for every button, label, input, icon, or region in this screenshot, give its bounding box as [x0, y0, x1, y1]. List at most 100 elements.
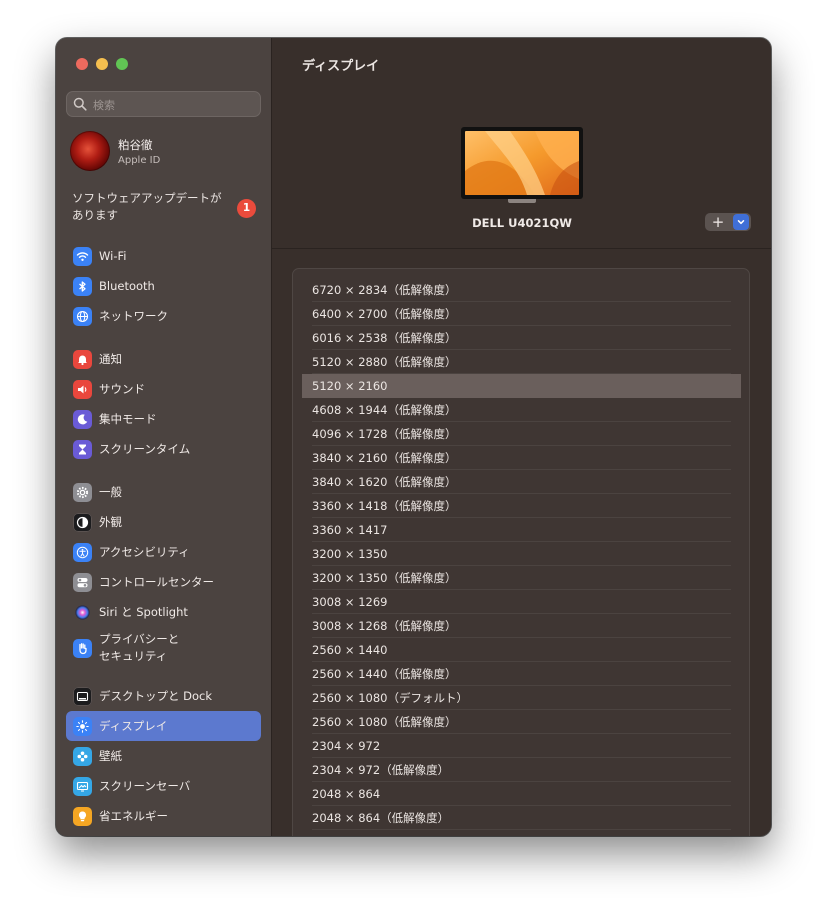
- add-display-menu-button[interactable]: [733, 214, 749, 230]
- resolution-option[interactable]: 5120 × 2880（低解像度）: [302, 350, 741, 374]
- sidebar-item-label: 通知: [99, 351, 122, 366]
- sidebar-item-hourglass[interactable]: スクリーンタイム: [66, 434, 261, 464]
- resolution-option[interactable]: 3840 × 2160（低解像度）: [302, 446, 741, 470]
- sidebar-item-appearance[interactable]: 外観: [66, 507, 261, 537]
- add-display-control[interactable]: +: [705, 213, 751, 231]
- speaker-icon: [73, 379, 92, 399]
- system-settings-window: 粕谷徹 Apple ID ソフトウェアアップデートがあります 1 Wi-Fi Bl…: [56, 38, 771, 836]
- sidebar-item-bulb[interactable]: 省エネルギー: [66, 801, 261, 831]
- resolution-option[interactable]: 2560 × 1080（デフォルト）: [302, 686, 741, 710]
- sidebar-item-wifi[interactable]: Wi-Fi: [66, 241, 261, 271]
- monitor-icon: [461, 127, 583, 199]
- account-name: 粕谷徹: [118, 137, 153, 152]
- sidebar-item-accessibility[interactable]: アクセシビリティ: [66, 537, 261, 567]
- resolution-option[interactable]: 2304 × 972（低解像度）: [302, 758, 741, 782]
- chevron-down-icon: [737, 220, 745, 225]
- sidebar-item-dock[interactable]: デスクトップと Dock: [66, 681, 261, 711]
- resolution-option[interactable]: 6720 × 2834（低解像度）: [302, 278, 741, 302]
- sidebar-item-label: アクセシビリティ: [99, 544, 190, 559]
- gear-icon: [73, 482, 92, 502]
- sidebar-item-screensaver[interactable]: スクリーンセーバ: [66, 771, 261, 801]
- sidebar-item-bell[interactable]: 通知: [66, 344, 261, 374]
- section-divider: [272, 248, 771, 249]
- globe-icon: [73, 306, 92, 326]
- sidebar-item-label: コントロールセンター: [99, 574, 214, 589]
- resolution-option[interactable]: 6400 × 2700（低解像度）: [302, 302, 741, 326]
- sidebar-item-label: デスクトップと Dock: [99, 688, 213, 703]
- resolution-option[interactable]: 3840 × 1620（低解像度）: [302, 470, 741, 494]
- moon-icon: [73, 409, 92, 429]
- resolution-option[interactable]: 3200 × 1350: [302, 542, 741, 566]
- sidebar-item-speaker[interactable]: サウンド: [66, 374, 261, 404]
- resolution-option[interactable]: 4608 × 1944（低解像度）: [302, 398, 741, 422]
- sidebar-item-label: ディスプレイ: [99, 718, 168, 733]
- resolution-option[interactable]: 3360 × 1417: [302, 518, 741, 542]
- sidebar-item-label: サウンド: [99, 381, 145, 396]
- search-field[interactable]: [66, 91, 261, 117]
- sidebar-item-toggles[interactable]: コントロールセンター: [66, 567, 261, 597]
- resolution-option[interactable]: 3008 × 1268（低解像度）: [302, 614, 741, 638]
- display-name: DELL U4021QW: [472, 216, 572, 230]
- search-icon: [73, 97, 87, 111]
- close-window-button[interactable]: [76, 58, 88, 70]
- siri-icon: [73, 603, 92, 622]
- minimize-window-button[interactable]: [96, 58, 108, 70]
- sidebar-item-label: ネットワーク: [99, 308, 168, 323]
- sidebar-item-label: Siri と Spotlight: [99, 604, 188, 619]
- resolution-option[interactable]: 3008 × 1269: [302, 590, 741, 614]
- resolution-option[interactable]: 3200 × 1350（低解像度）: [302, 566, 741, 590]
- sidebar-item-flower[interactable]: 壁紙: [66, 741, 261, 771]
- hand-icon: [73, 638, 92, 658]
- row-separator: [312, 829, 731, 830]
- bell-icon: [73, 349, 92, 369]
- resolution-option[interactable]: 4096 × 1728（低解像度）: [302, 422, 741, 446]
- main-pane: ディスプレイ DELL U4021QW + 6720 × 2834（低解像度） …: [272, 38, 771, 836]
- add-display-button[interactable]: +: [705, 213, 731, 231]
- resolution-option[interactable]: 2048 × 864（低解像度）: [302, 806, 741, 830]
- sidebar-item-label: 壁紙: [99, 748, 122, 763]
- avatar: [70, 131, 110, 171]
- sidebar-item-label: Wi-Fi: [99, 248, 127, 263]
- page-title: ディスプレイ: [302, 59, 380, 74]
- software-update-item[interactable]: ソフトウェアアップデートがあります: [72, 190, 232, 224]
- toggles-icon: [73, 572, 92, 592]
- zoom-window-button[interactable]: [116, 58, 128, 70]
- apple-id-account[interactable]: 粕谷徹 Apple ID: [70, 131, 160, 171]
- sidebar-item-label: スクリーンセーバ: [99, 778, 191, 793]
- sun-icon: [73, 716, 92, 736]
- sidebar-item-siri[interactable]: Siri と Spotlight: [66, 597, 261, 627]
- flower-icon: [73, 746, 92, 766]
- sidebar-item-sun[interactable]: ディスプレイ: [66, 711, 261, 741]
- resolution-option[interactable]: 2304 × 972: [302, 734, 741, 758]
- sidebar-item-gear[interactable]: 一般: [66, 477, 261, 507]
- sidebar-item-moon[interactable]: 集中モード: [66, 404, 261, 434]
- bulb-icon: [73, 806, 92, 826]
- resolution-option[interactable]: 3360 × 1418（低解像度）: [302, 494, 741, 518]
- search-input[interactable]: [91, 94, 255, 116]
- sidebar-item-label: Bluetooth: [99, 278, 155, 293]
- accessibility-icon: [73, 542, 92, 562]
- sidebar-item-label: 集中モード: [99, 411, 157, 426]
- resolution-option[interactable]: 2560 × 1080（低解像度）: [302, 710, 741, 734]
- resolution-option[interactable]: 2560 × 1440（低解像度）: [302, 662, 741, 686]
- display-thumbnail[interactable]: [461, 127, 583, 203]
- sidebar-item-label: 一般: [99, 484, 122, 499]
- resolution-option[interactable]: 6016 × 2538（低解像度）: [302, 326, 741, 350]
- screensaver-icon: [73, 776, 92, 796]
- bluetooth-icon: [73, 276, 92, 296]
- wifi-icon: [73, 246, 92, 266]
- resolution-option[interactable]: 5120 × 2160: [302, 374, 741, 398]
- resolution-option[interactable]: 2048 × 864: [302, 782, 741, 806]
- sidebar-item-label: 省エネルギー: [99, 808, 168, 823]
- sidebar-item-label: 外観: [99, 514, 122, 529]
- dock-icon: [73, 686, 92, 706]
- hourglass-icon: [73, 439, 92, 459]
- account-subtitle: Apple ID: [118, 154, 161, 166]
- resolution-option[interactable]: 2560 × 1440: [302, 638, 741, 662]
- sidebar-item-hand[interactable]: プライバシーと セキュリティ: [66, 627, 261, 669]
- sidebar-item-globe[interactable]: ネットワーク: [66, 301, 261, 331]
- wallpaper-preview: [465, 131, 579, 195]
- resolution-list[interactable]: 6720 × 2834（低解像度） 6400 × 2700（低解像度） 6016 ×…: [292, 268, 750, 836]
- sidebar-item-label: プライバシーと セキュリティ: [99, 632, 180, 663]
- sidebar-item-bluetooth[interactable]: Bluetooth: [66, 271, 261, 301]
